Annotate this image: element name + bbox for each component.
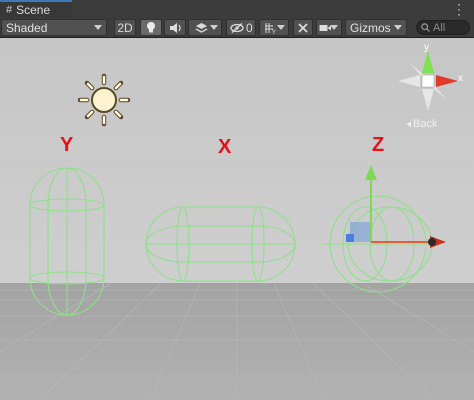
- gizmo-center-cube[interactable]: [421, 74, 435, 88]
- label-y: Y: [60, 134, 74, 156]
- tab-scene-label: Scene: [16, 3, 51, 17]
- grid-icon: #: [6, 4, 13, 16]
- view-back-icon: ◂: [406, 118, 412, 130]
- gizmo-x-label: x: [458, 73, 463, 84]
- search-input[interactable]: All: [416, 20, 470, 35]
- scene-viewport[interactable]: Y X Z y x ◂ Back: [0, 38, 474, 400]
- tab-scene[interactable]: # Scene: [0, 0, 72, 18]
- grid-axis-icon: Y: [265, 22, 276, 34]
- hidden-count: 0: [246, 20, 253, 35]
- label-z: Z: [372, 134, 385, 156]
- shading-mode-label: Shaded: [6, 20, 48, 35]
- gizmo-y-label: y: [424, 42, 429, 53]
- 2d-toggle-button[interactable]: 2D: [114, 19, 136, 36]
- tools-icon: [298, 22, 308, 33]
- chevron-down-icon: [330, 25, 338, 30]
- shading-mode-dropdown[interactable]: Shaded: [1, 19, 107, 36]
- more-menu-icon[interactable]: ⋮: [452, 1, 466, 17]
- speaker-icon: [169, 22, 181, 33]
- search-icon: [421, 23, 430, 32]
- 2d-label: 2D: [117, 20, 133, 35]
- tools-button[interactable]: [293, 19, 313, 36]
- z-axis-handle[interactable]: [346, 234, 354, 242]
- chevron-down-icon: [210, 25, 218, 30]
- gizmos-dropdown[interactable]: Gizmos: [345, 19, 407, 36]
- chevron-down-icon: [394, 25, 402, 30]
- chevron-down-icon: [94, 25, 102, 30]
- effects-dropdown[interactable]: [188, 19, 222, 36]
- scene-toolbar: Shaded 2D 0 Y Gizmos All: [0, 18, 474, 38]
- audio-toggle-button[interactable]: [164, 19, 186, 36]
- search-placeholder: All: [433, 21, 446, 34]
- lightbulb-icon: [147, 22, 155, 33]
- svg-text:Y: Y: [271, 29, 276, 34]
- layers-icon: [195, 22, 207, 33]
- scene-canvas[interactable]: [0, 38, 474, 400]
- scene-visibility-button[interactable]: 0: [226, 19, 256, 36]
- chevron-down-icon: [277, 25, 285, 30]
- tab-bar: # Scene ⋮: [0, 0, 474, 19]
- view-back-label[interactable]: ◂ Back: [406, 118, 438, 130]
- directional-light-icon[interactable]: [77, 73, 131, 127]
- view-back-text: Back: [413, 118, 438, 130]
- grid-snap-dropdown[interactable]: Y: [259, 19, 289, 36]
- label-x: X: [218, 136, 232, 158]
- hidden-eye-icon: [230, 22, 244, 33]
- lighting-toggle-button[interactable]: [140, 19, 162, 36]
- sky: [0, 38, 474, 288]
- camera-dropdown[interactable]: [316, 19, 342, 36]
- gizmos-label: Gizmos: [350, 20, 391, 35]
